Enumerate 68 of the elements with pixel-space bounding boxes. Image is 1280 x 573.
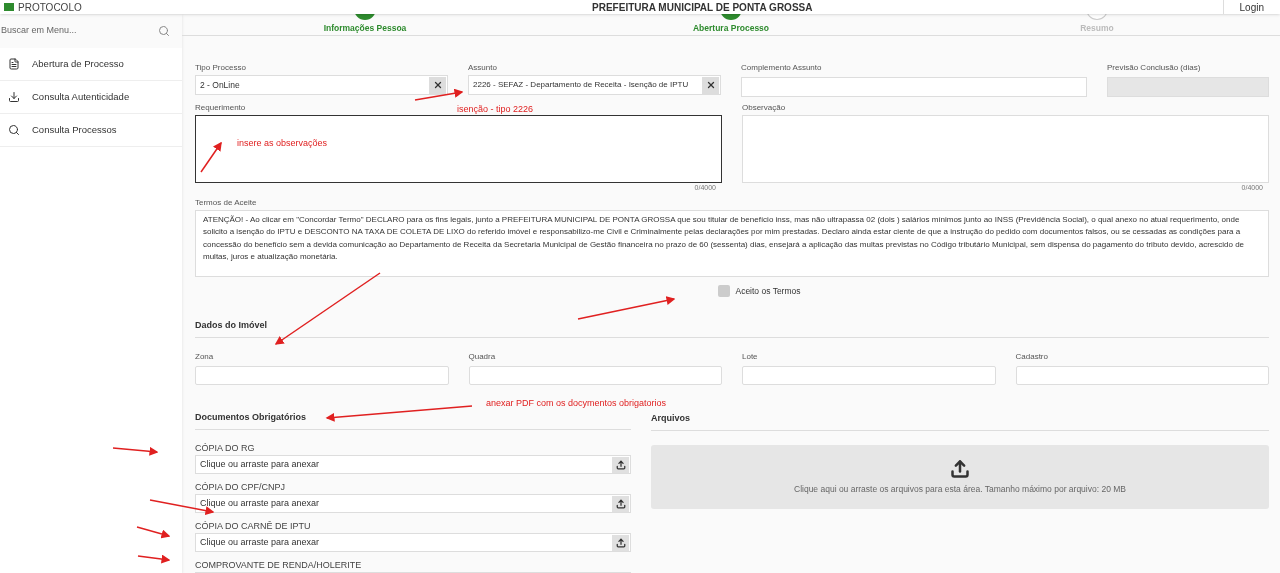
step-label: Resumo bbox=[1080, 22, 1114, 35]
step-label: Informações Pessoa bbox=[323, 22, 407, 35]
clear-button[interactable] bbox=[429, 76, 446, 94]
field-label: Termos de Aceite bbox=[195, 196, 257, 208]
upload-icon bbox=[950, 458, 970, 479]
section-title: Arquivos bbox=[651, 411, 1269, 432]
section-title: Dados do Imóvel bbox=[195, 319, 1269, 338]
file-dropzone[interactable]: Clique aqui ou arraste os arquivos para esta área. Tamanho máximo por arquivo: 20 MB bbox=[651, 445, 1269, 510]
field-label: Zona bbox=[195, 350, 214, 362]
menu-search-field[interactable]: Buscar em Menu... bbox=[0, 14, 182, 48]
terms-text: ATENÇÃO! - Ao clicar em "Concordar Termo" DECLARO para os fins legais, junto a PREFEITURA MUNICIPAL DE PONTA GROSSA que sou titular de benefício inss, mas não ultrapassa 02 (dois ) salários mínimos junto ao INSS (Previdência Social), o qual anexo no atual requerimento, onde solicito a isenção do IPTU e DESCONTO NA TAXA DE COLETA DE LIXO do referido imóvel e responsabilizo-me Civil e Criminalmente pelas declarações por mim prestadas. Declaro ainda estar ciente de que a instrução do pedido com documentos falsos, ou se cessadas as condições para a concessão do benefício sem a devida comunicação ao Departamento de Receita da Secretaria Municipal de Gestão financeira no prazo de 60 (sessenta) dias, ensejará a aplicação das multas previstas no Código tributário Municipal, sem dispensa do pagamento do tributo devido, acrescido de multas, juros e atualização monetária. bbox=[195, 209, 1269, 277]
document-label: COMPROVANTE DE RENDA/HOLERITE bbox=[195, 559, 363, 572]
select-field[interactable]: 2226 - SEFAZ - Departamento de Receita - Isenção de IPTU bbox=[468, 75, 721, 95]
upload-button[interactable] bbox=[612, 534, 629, 551]
input-field[interactable] bbox=[742, 366, 996, 386]
field-label: Assunto bbox=[468, 62, 497, 73]
field-label: Lote bbox=[742, 350, 758, 362]
sidebar-item[interactable]: Consulta Processos bbox=[0, 114, 182, 147]
search-icon bbox=[158, 25, 170, 37]
input-field[interactable] bbox=[1015, 366, 1269, 386]
annotation-text: insere as observações bbox=[237, 137, 328, 150]
accept-checkbox[interactable]: Aceito os Termos bbox=[718, 284, 801, 298]
input-field[interactable] bbox=[468, 366, 722, 386]
download-icon bbox=[8, 91, 20, 103]
app-name: PROTOCOLO bbox=[18, 0, 82, 15]
sidebar-item[interactable]: Abertura de Processo bbox=[0, 48, 182, 81]
close-icon bbox=[432, 80, 443, 90]
clear-button[interactable] bbox=[702, 76, 719, 94]
field-label: Previsão Conclusão (dias) bbox=[1107, 62, 1201, 73]
annotation-text: isenção - tipo 2226 bbox=[457, 103, 534, 116]
annotation-text: anexar PDF com os docymentos obrigatorios bbox=[486, 397, 667, 410]
field-label: Cadastro bbox=[1015, 350, 1048, 362]
input-field[interactable] bbox=[195, 366, 449, 386]
upload-icon bbox=[615, 498, 626, 509]
field-label: Tipo Processo bbox=[195, 62, 246, 73]
file-icon bbox=[8, 58, 20, 70]
document-label: CÓPIA DO CPF/CNPJ bbox=[195, 481, 286, 494]
annotation-arrow bbox=[136, 526, 171, 539]
section-title: Documentos Obrigatórios bbox=[195, 410, 631, 431]
field-label: Complemento Assunto bbox=[741, 62, 822, 73]
step-label: Abertura Processo bbox=[692, 22, 770, 35]
header-title: PREFEITURA MUNICIPAL DE PONTA GROSSA bbox=[592, 0, 813, 15]
file-upload-field[interactable]: Clique ou arraste para anexar bbox=[195, 494, 631, 514]
field-label: Observação bbox=[742, 102, 786, 113]
select-field[interactable]: 2 - OnLine bbox=[195, 75, 448, 95]
sidebar-item[interactable]: Consulta Autenticidade bbox=[0, 81, 182, 114]
logo-icon bbox=[4, 3, 14, 11]
annotation-arrow bbox=[200, 141, 222, 173]
annotation-arrow bbox=[137, 554, 171, 564]
search-input[interactable]: Buscar em Menu... bbox=[1, 24, 141, 38]
input-field[interactable] bbox=[741, 77, 1087, 97]
annotation-arrow bbox=[414, 88, 464, 101]
login-link[interactable]: Login bbox=[1239, 0, 1264, 15]
search-icon bbox=[8, 124, 20, 136]
upload-button[interactable] bbox=[612, 495, 629, 512]
file-upload-field[interactable]: Clique ou arraste para anexar bbox=[195, 533, 631, 553]
checkbox[interactable] bbox=[718, 284, 731, 297]
field-label: Requerimento bbox=[195, 102, 246, 113]
document-label: CÓPIA DO RG bbox=[195, 442, 256, 455]
close-icon bbox=[705, 80, 716, 90]
upload-icon bbox=[615, 537, 626, 548]
file-upload-field[interactable]: Clique ou arraste para anexar bbox=[195, 455, 631, 475]
upload-icon bbox=[615, 459, 626, 470]
text-area[interactable] bbox=[195, 115, 722, 183]
upload-button[interactable] bbox=[612, 456, 629, 473]
document-label: CÓPIA DO CARNÊ DE IPTU bbox=[195, 520, 312, 533]
annotation-arrow bbox=[112, 446, 159, 456]
field-label: Quadra bbox=[468, 350, 496, 362]
